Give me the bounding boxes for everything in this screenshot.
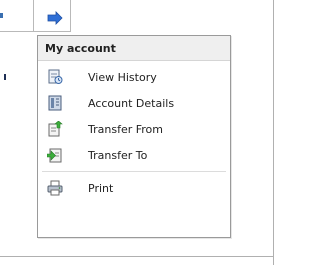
row-action-arrow-icon[interactable] (47, 10, 63, 25)
menu-title: My account (38, 36, 230, 61)
transfer-to-icon (47, 147, 71, 163)
menu-item-label: Print (88, 181, 114, 195)
transfer-from-icon (47, 121, 71, 137)
menu-item-account-details[interactable]: Account Details (38, 90, 230, 116)
cell-marker (4, 74, 6, 80)
menu-item-label: Transfer From (88, 122, 163, 136)
grid-line (0, 31, 70, 32)
menu-item-transfer-to[interactable]: Transfer To (38, 142, 230, 168)
grid-line (70, 0, 71, 32)
menu-separator (42, 171, 226, 172)
menu-item-label: Account Details (88, 96, 175, 110)
grid-line (0, 256, 274, 257)
menu-item-label: View History (88, 70, 157, 84)
grid-line (33, 0, 34, 32)
history-icon (47, 69, 71, 85)
details-icon (47, 95, 71, 111)
account-context-menu: My account View History Account Details … (37, 35, 231, 238)
menu-item-transfer-from[interactable]: Transfer From (38, 116, 230, 142)
cell-marker (0, 13, 3, 18)
menu-item-print[interactable]: Print (38, 175, 230, 201)
grid-line (273, 0, 274, 265)
menu-item-view-history[interactable]: View History (38, 64, 230, 90)
printer-icon (47, 180, 71, 196)
menu-item-label: Transfer To (88, 148, 148, 162)
